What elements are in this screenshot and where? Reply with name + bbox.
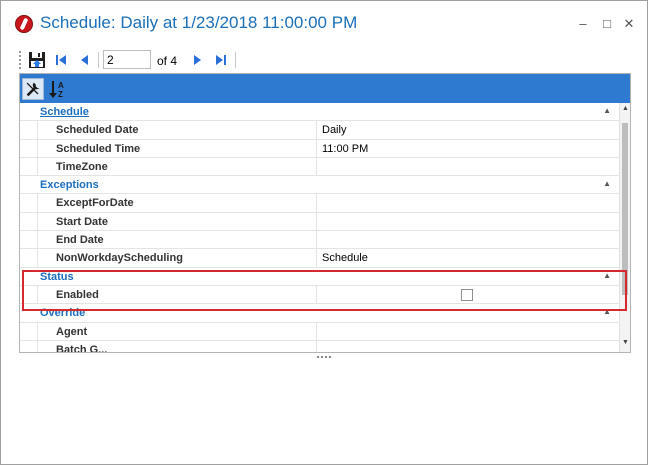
collapse-icon[interactable]: ▲ xyxy=(603,179,611,188)
scroll-thumb[interactable] xyxy=(622,123,628,295)
property-value[interactable] xyxy=(318,194,619,211)
page-number-input[interactable] xyxy=(103,50,151,69)
toolbar-grip[interactable] xyxy=(19,51,22,69)
vertical-scrollbar[interactable]: ▲ ▼ xyxy=(619,103,630,352)
window-title: Schedule: Daily at 1/23/2018 11:00:00 PM xyxy=(40,13,358,32)
category-schedule[interactable]: Schedule ▲ xyxy=(20,103,619,122)
property-value[interactable]: Daily xyxy=(318,121,619,138)
property-grid-toolbar: A Z xyxy=(20,74,630,103)
property-name: Scheduled Time xyxy=(37,139,317,157)
property-row-nonworkday-scheduling[interactable]: NonWorkdayScheduling Schedule xyxy=(20,249,619,268)
category-label: Exceptions xyxy=(40,179,99,192)
property-value[interactable] xyxy=(318,158,619,175)
prev-page-icon[interactable] xyxy=(77,52,93,68)
property-row-except-for-date[interactable]: ExceptForDate xyxy=(20,194,619,213)
property-rows: Schedule ▲ Scheduled Date Daily Schedule… xyxy=(20,103,619,352)
property-name: Agent xyxy=(37,322,317,340)
property-row-agent[interactable]: Agent xyxy=(20,322,619,341)
toolbar-separator xyxy=(98,52,99,68)
property-grid: A Z Schedule ▲ Scheduled Date Daily Sche… xyxy=(19,73,631,353)
property-row-timezone[interactable]: TimeZone xyxy=(20,157,619,177)
property-value[interactable] xyxy=(318,231,619,248)
close-button[interactable]: ✕ xyxy=(619,15,639,33)
property-name: Batch G... xyxy=(37,340,317,352)
property-name: Scheduled Date xyxy=(37,121,317,139)
enabled-checkbox[interactable] xyxy=(461,288,473,301)
collapse-icon[interactable]: ▲ xyxy=(603,271,611,280)
property-row-start-date[interactable]: Start Date xyxy=(20,212,619,232)
category-override[interactable]: Override ▲ xyxy=(20,304,619,323)
collapse-icon[interactable]: ▲ xyxy=(603,307,611,316)
property-value[interactable] xyxy=(318,323,619,340)
property-name: End Date xyxy=(37,231,317,249)
property-name: NonWorkdayScheduling xyxy=(37,249,317,267)
property-name: Start Date xyxy=(37,212,317,231)
title-bar: Schedule: Daily at 1/23/2018 11:00:00 PM… xyxy=(1,1,647,47)
record-navigator: of 4 xyxy=(19,47,631,73)
save-icon[interactable] xyxy=(28,51,46,69)
next-page-icon[interactable] xyxy=(189,52,205,68)
description-splitter[interactable] xyxy=(317,356,331,360)
property-value[interactable] xyxy=(318,213,619,230)
category-status[interactable]: Status ▲ xyxy=(20,267,619,286)
property-value[interactable]: 11:00 PM xyxy=(318,140,619,157)
category-label: Status xyxy=(40,270,74,283)
svg-text:A: A xyxy=(58,81,64,90)
first-page-icon[interactable] xyxy=(53,52,69,68)
property-value[interactable]: Schedule xyxy=(318,249,619,266)
last-page-icon[interactable] xyxy=(213,52,229,68)
property-name: ExceptForDate xyxy=(37,194,317,212)
property-row-enabled[interactable]: Enabled xyxy=(20,285,619,305)
property-value xyxy=(318,286,619,303)
alphabetical-sort-icon[interactable]: A Z xyxy=(47,78,69,100)
minimize-button[interactable]: – xyxy=(573,15,593,33)
property-value[interactable] xyxy=(318,341,619,352)
category-label: Schedule xyxy=(40,106,89,118)
scroll-up-icon[interactable]: ▲ xyxy=(622,105,629,112)
schedule-window: Schedule: Daily at 1/23/2018 11:00:00 PM… xyxy=(0,0,648,465)
categorized-tools-icon[interactable] xyxy=(22,78,44,100)
category-exceptions[interactable]: Exceptions ▲ xyxy=(20,176,619,195)
property-name: TimeZone xyxy=(37,157,317,176)
property-row-end-date[interactable]: End Date xyxy=(20,231,619,250)
property-row-scheduled-date[interactable]: Scheduled Date Daily xyxy=(20,121,619,140)
page-count-label: of 4 xyxy=(157,54,178,68)
svg-text:Z: Z xyxy=(58,90,63,99)
app-logo-icon xyxy=(15,15,33,33)
scroll-down-icon[interactable]: ▼ xyxy=(622,339,629,346)
collapse-icon[interactable]: ▲ xyxy=(603,106,611,115)
property-row-scheduled-time[interactable]: Scheduled Time 11:00 PM xyxy=(20,139,619,158)
maximize-button[interactable]: □ xyxy=(597,15,617,33)
toolbar-separator xyxy=(235,52,236,68)
property-row-batch-group[interactable]: Batch G... xyxy=(20,340,619,352)
category-label: Override xyxy=(40,307,86,320)
property-name: Enabled xyxy=(37,285,317,304)
